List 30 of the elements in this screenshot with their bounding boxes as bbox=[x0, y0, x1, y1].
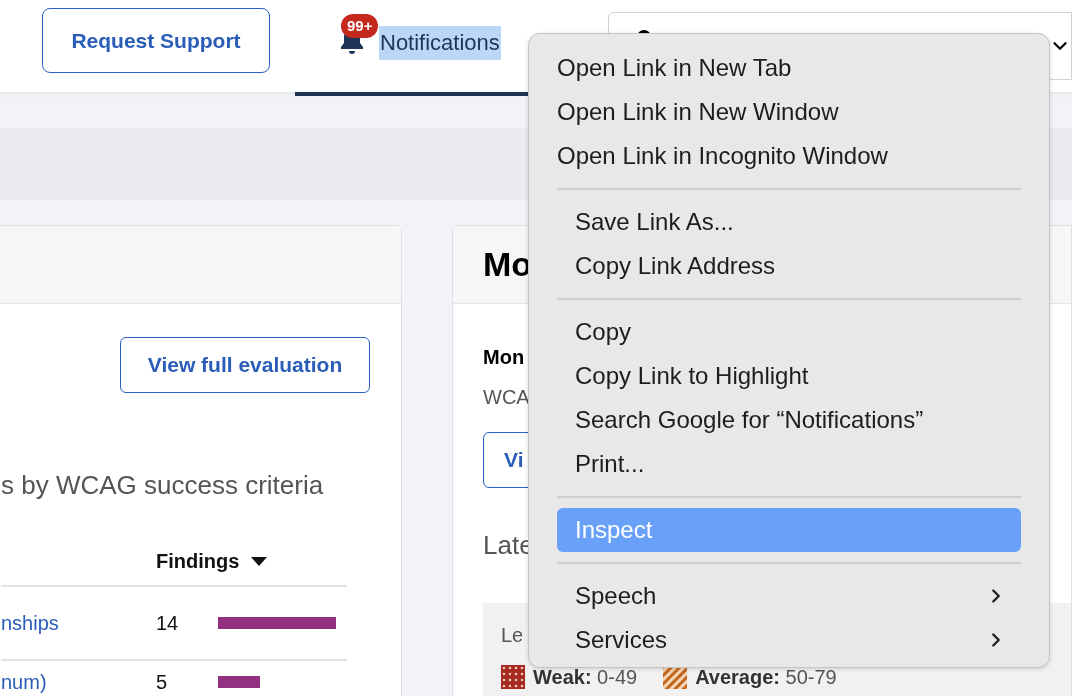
notifications-tab[interactable]: 99+ Notifications bbox=[295, 0, 530, 96]
menu-item[interactable]: Copy bbox=[557, 310, 1021, 354]
menu-item[interactable]: Open Link in New Window bbox=[539, 90, 1039, 134]
criterion-link[interactable]: num) bbox=[1, 672, 156, 692]
menu-item[interactable]: Open Link in Incognito Window bbox=[539, 134, 1039, 178]
monitor-label: Mon bbox=[483, 345, 526, 370]
menu-item[interactable]: Print... bbox=[557, 442, 1021, 486]
card-title: Mo bbox=[483, 244, 533, 285]
menu-item[interactable]: Save Link As... bbox=[557, 200, 1021, 244]
dotted-swatch-icon bbox=[501, 665, 525, 689]
monitor-sublabel: WCA bbox=[483, 385, 531, 410]
legend-title: Le bbox=[501, 623, 524, 647]
legend-label: Weak: 0-49 bbox=[533, 666, 638, 688]
menu-item[interactable]: Copy Link to Highlight bbox=[557, 354, 1021, 398]
menu-item[interactable]: Open Link in New Tab bbox=[539, 46, 1039, 90]
legend-label: Average: 50-79 bbox=[695, 666, 837, 688]
menu-item[interactable]: Speech bbox=[557, 574, 1021, 618]
findings-bar bbox=[218, 676, 261, 688]
view-full-evaluation-button[interactable]: View full evaluation bbox=[120, 337, 370, 393]
findings-column-header[interactable]: Findings bbox=[156, 546, 268, 576]
menu-item[interactable]: Search Google for “Notifications” bbox=[557, 398, 1021, 442]
menu-item[interactable]: Copy Link Address bbox=[557, 244, 1021, 288]
criterion-link[interactable]: nships bbox=[1, 608, 156, 638]
notification-count-badge: 99+ bbox=[341, 14, 379, 38]
request-support-button[interactable]: Request Support bbox=[42, 8, 270, 73]
notifications-label: Notifications bbox=[379, 26, 501, 60]
findings-count: 5 bbox=[156, 672, 169, 692]
menu-item[interactable]: Services bbox=[557, 618, 1021, 662]
section-subtitle: s by WCAG success criteria bbox=[1, 469, 325, 501]
findings-count: 14 bbox=[156, 611, 180, 636]
